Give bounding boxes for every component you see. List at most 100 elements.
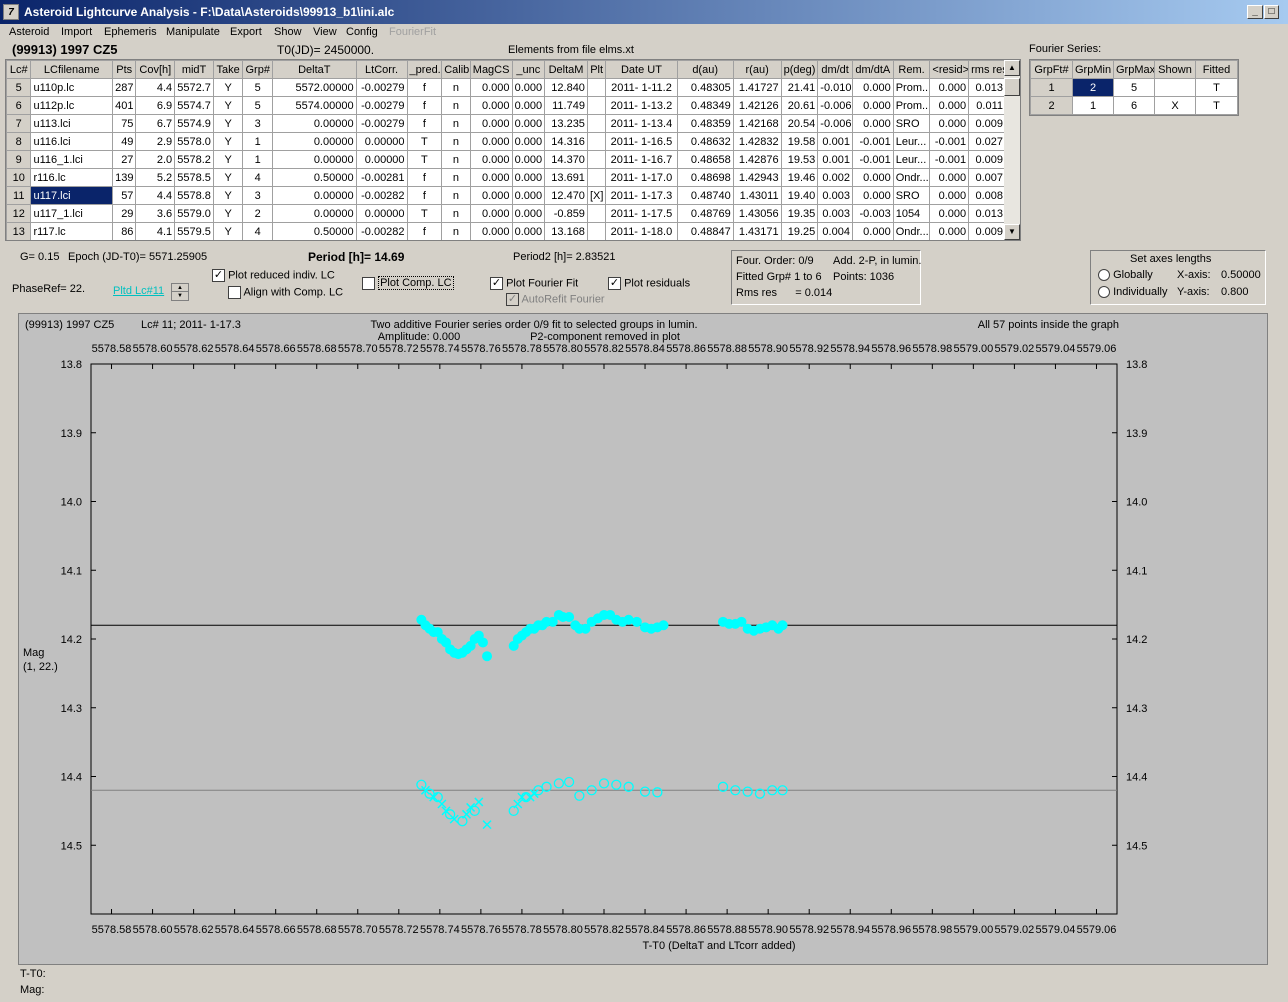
table-cell[interactable]: [586, 96, 607, 115]
column-header[interactable]: DeltaT: [272, 60, 357, 79]
fourier-cell[interactable]: 5: [1113, 78, 1155, 97]
app-icon[interactable]: 7: [3, 4, 19, 20]
table-cell[interactable]: Y: [212, 78, 244, 97]
table-cell[interactable]: 0.013: [968, 204, 1006, 223]
table-cell[interactable]: 0.000: [851, 168, 894, 187]
xaxis-value[interactable]: 0.50000: [1221, 269, 1261, 281]
menu-fourierfit[interactable]: FourierFit: [389, 26, 436, 38]
table-cell[interactable]: SRO: [892, 186, 931, 205]
column-header[interactable]: rms res: [968, 60, 1006, 79]
table-cell[interactable]: -0.00282: [355, 222, 408, 240]
table-cell[interactable]: 2011- 1-11.2: [605, 78, 678, 97]
table-cell[interactable]: 4.4: [135, 78, 176, 97]
table-cell[interactable]: n: [441, 204, 471, 223]
fourier-column-header[interactable]: Fitted: [1195, 60, 1238, 79]
minimize-button[interactable]: _: [1247, 5, 1263, 19]
table-cell[interactable]: 0.000: [511, 114, 546, 133]
column-header[interactable]: Calib.: [441, 60, 471, 79]
table-cell[interactable]: f: [406, 114, 443, 133]
table-cell[interactable]: f: [406, 222, 443, 240]
table-cell[interactable]: Ondr...: [892, 168, 931, 187]
table-cell[interactable]: 1: [242, 150, 273, 169]
table-cell[interactable]: 0.48698: [676, 168, 734, 187]
table-cell[interactable]: [586, 150, 607, 169]
table-cell[interactable]: 5579.5: [174, 222, 214, 240]
table-cell[interactable]: 0.50000: [272, 222, 357, 240]
scroll-up-icon[interactable]: ▲: [1004, 60, 1020, 76]
table-cell[interactable]: 19.40: [780, 186, 819, 205]
column-header[interactable]: Plt: [586, 60, 607, 79]
table-cell[interactable]: 4: [242, 168, 273, 187]
table-row[interactable]: 11 u117.lci 57 4.4 5578.8 Y 3 0.00000 -0.00282 f n…: [6, 186, 1006, 205]
table-cell[interactable]: [X]: [586, 186, 607, 205]
lc-filename-cell[interactable]: u117_1.lci: [30, 204, 113, 223]
column-header[interactable]: dm/dt: [817, 60, 853, 79]
table-cell[interactable]: 0.000: [929, 78, 970, 97]
table-cell[interactable]: -0.00279: [355, 96, 408, 115]
table-cell[interactable]: 12.470: [544, 186, 588, 205]
fourier-cell[interactable]: 1: [1072, 96, 1114, 115]
table-cell[interactable]: 5579.0: [174, 204, 214, 223]
table-cell[interactable]: 2011- 1-18.0: [605, 222, 678, 240]
table-cell[interactable]: 2011- 1-13.4: [605, 114, 678, 133]
column-header[interactable]: r(au): [732, 60, 782, 79]
table-cell[interactable]: 11: [6, 186, 32, 205]
table-cell[interactable]: 0.000: [851, 186, 894, 205]
table-cell[interactable]: 5574.7: [174, 96, 214, 115]
lc-filename-cell[interactable]: u110p.lc: [30, 78, 113, 97]
fourier-column-header[interactable]: GrpMax: [1113, 60, 1155, 79]
table-cell[interactable]: 0.000: [469, 222, 513, 240]
table-cell[interactable]: 0.48847: [676, 222, 734, 240]
table-cell[interactable]: 0.000: [511, 204, 546, 223]
table-cell[interactable]: 0.000: [511, 132, 546, 151]
plotted-lc-link[interactable]: Pltd Lc#11: [113, 285, 164, 297]
column-header[interactable]: d(au): [676, 60, 734, 79]
table-cell[interactable]: n: [441, 150, 471, 169]
checkbox-checked-icon[interactable]: ✓: [212, 269, 225, 282]
table-cell[interactable]: 5: [242, 96, 273, 115]
table-cell[interactable]: 1.42876: [732, 150, 782, 169]
table-cell[interactable]: 11.749: [544, 96, 588, 115]
table-cell[interactable]: -0.006: [817, 96, 853, 115]
table-cell[interactable]: 0.003: [817, 186, 853, 205]
table-cell[interactable]: -0.859: [544, 204, 588, 223]
table-cell[interactable]: 12: [6, 204, 32, 223]
table-cell[interactable]: 0.48359: [676, 114, 734, 133]
align-comp-checkbox[interactable]: Align with Comp. LC: [228, 286, 343, 299]
table-cell[interactable]: Leur...: [892, 150, 931, 169]
table-cell[interactable]: [586, 222, 607, 240]
column-header[interactable]: p(deg): [780, 60, 819, 79]
table-cell[interactable]: 1.43011: [732, 186, 782, 205]
table-cell[interactable]: 6.9: [135, 96, 176, 115]
table-cell[interactable]: 7: [6, 114, 32, 133]
individually-radio[interactable]: Individually: [1098, 286, 1167, 299]
table-cell[interactable]: -0.00279: [355, 114, 408, 133]
checkbox-checked-icon[interactable]: ✓: [490, 277, 503, 290]
table-cell[interactable]: Prom...: [892, 78, 931, 97]
table-cell[interactable]: 13.168: [544, 222, 588, 240]
table-row[interactable]: 13 r117.lc 86 4.1 5579.5 Y 4 0.50000 -0.00282 f n 0…: [6, 222, 1006, 240]
table-row[interactable]: 9 u116_1.lci 27 2.0 5578.2 Y 1 0.00000 0.00000 Tn…: [6, 150, 1006, 169]
fourier-cell[interactable]: X: [1154, 96, 1196, 115]
table-cell[interactable]: 19.53: [780, 150, 819, 169]
table-cell[interactable]: n: [441, 114, 471, 133]
table-cell[interactable]: 0.00000: [272, 150, 357, 169]
table-cell[interactable]: 0.027: [968, 132, 1006, 151]
table-cell[interactable]: 57: [111, 186, 137, 205]
table-cell[interactable]: 1.42943: [732, 168, 782, 187]
table-cell[interactable]: 20.54: [780, 114, 819, 133]
table-cell[interactable]: 5578.5: [174, 168, 214, 187]
table-cell[interactable]: 5: [242, 78, 273, 97]
table-cell[interactable]: 0.48349: [676, 96, 734, 115]
table-cell[interactable]: 5578.2: [174, 150, 214, 169]
table-cell[interactable]: T: [406, 150, 443, 169]
table-cell[interactable]: [586, 78, 607, 97]
table-cell[interactable]: 1: [242, 132, 273, 151]
table-cell[interactable]: -0.010: [817, 78, 853, 97]
column-header[interactable]: Take: [212, 60, 244, 79]
fourier-column-header[interactable]: Shown: [1154, 60, 1196, 79]
table-cell[interactable]: 0.000: [469, 96, 513, 115]
table-cell[interactable]: -0.001: [929, 150, 970, 169]
fourier-row[interactable]: 125 T: [1030, 78, 1238, 97]
table-cell[interactable]: 2011- 1-16.5: [605, 132, 678, 151]
